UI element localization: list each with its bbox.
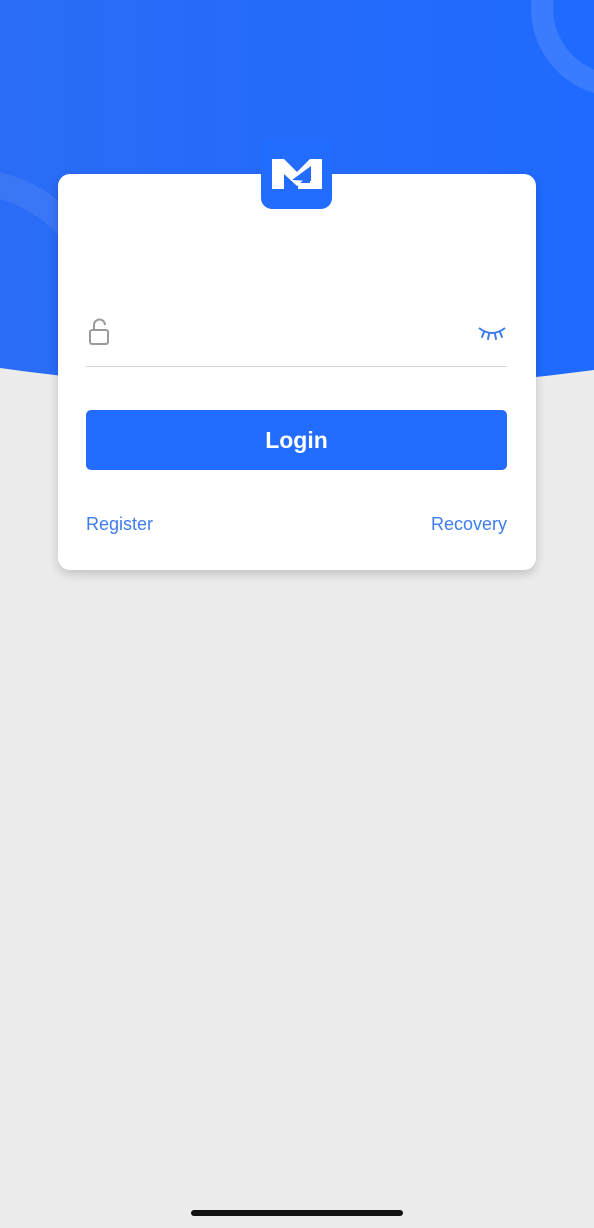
lock-open-icon [89, 318, 109, 345]
recovery-link[interactable]: Recovery [431, 514, 507, 535]
register-link[interactable]: Register [86, 514, 153, 535]
password-field-row [86, 312, 507, 367]
eye-closed-icon[interactable] [477, 324, 507, 342]
app-logo [261, 138, 332, 209]
password-input[interactable] [130, 314, 464, 354]
login-button[interactable]: Login [86, 410, 507, 470]
mail-m-logo-icon [271, 158, 322, 189]
home-indicator[interactable] [191, 1210, 403, 1216]
login-card: Login Register Recovery [58, 174, 536, 570]
